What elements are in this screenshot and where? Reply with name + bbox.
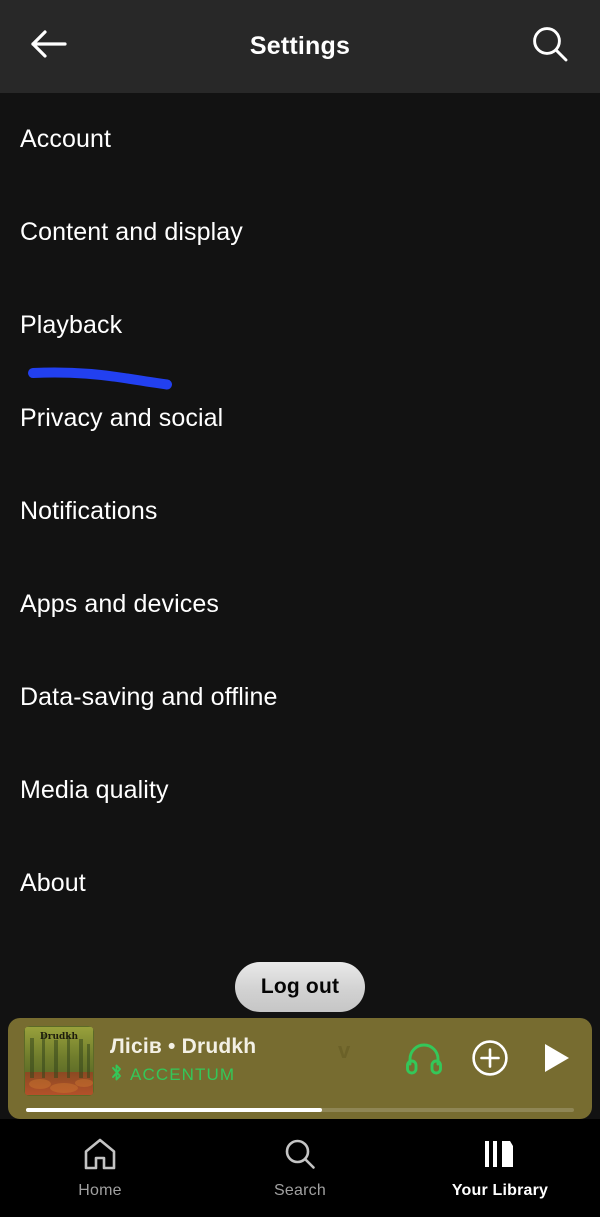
nav-item-label: Search (274, 1181, 326, 1199)
spotify-settings-screen: Settings Account Content and display Pla… (0, 0, 600, 1217)
track-title: Лісів • Drudkh (110, 1034, 257, 1058)
settings-row-label: Playback (20, 311, 123, 339)
search-button[interactable] (522, 19, 578, 75)
nav-item-home[interactable]: Home (0, 1119, 200, 1217)
settings-row-apps-and-devices[interactable]: Apps and devices (0, 558, 600, 651)
now-playing-bar[interactable]: Drudkh Лісів • Drudkh ACCENTUM (8, 1018, 592, 1119)
bluetooth-icon (110, 1063, 123, 1087)
add-to-library-button[interactable] (468, 1039, 512, 1083)
settings-row-data-saving-and-offline[interactable]: Data-saving and offline (0, 651, 600, 744)
settings-row-label: Account (20, 125, 112, 153)
settings-row-playback[interactable]: Playback (0, 279, 600, 372)
settings-row-media-quality[interactable]: Media quality (0, 744, 600, 837)
search-icon (529, 23, 571, 70)
settings-row-content-and-display[interactable]: Content and display (0, 186, 600, 279)
settings-row-label: Media quality (20, 776, 169, 804)
settings-row-label: Content and display (20, 218, 243, 246)
playback-progress-bar[interactable] (26, 1108, 574, 1112)
app-header: Settings (0, 0, 600, 93)
bottom-navigation: Home Search Your Library (0, 1119, 600, 1217)
settings-row-about[interactable]: About (0, 837, 600, 930)
track-info[interactable]: Лісів • Drudkh ACCENTUM (110, 1035, 392, 1087)
search-icon (282, 1137, 318, 1176)
back-button[interactable] (20, 19, 76, 75)
headphones-icon (404, 1040, 444, 1081)
settings-row-account[interactable]: Account (0, 93, 600, 186)
library-icon (482, 1137, 518, 1176)
home-icon (82, 1137, 118, 1176)
settings-row-label: Apps and devices (20, 590, 219, 618)
settings-list: Account Content and display Playback Pri… (0, 93, 600, 930)
nav-item-search[interactable]: Search (200, 1119, 400, 1217)
playback-device: ACCENTUM (110, 1063, 392, 1087)
settings-row-label: About (20, 869, 86, 897)
now-playing-controls (402, 1039, 578, 1083)
settings-row-label: Privacy and social (20, 404, 224, 432)
settings-row-label: Notifications (20, 497, 158, 525)
nav-item-your-library[interactable]: Your Library (400, 1119, 600, 1217)
playback-progress-fill (26, 1108, 322, 1112)
settings-row-label: Data-saving and offline (20, 683, 278, 711)
svg-text:Drudkh: Drudkh (40, 1032, 79, 1042)
nav-item-label: Your Library (451, 1181, 549, 1199)
page-title: Settings (249, 32, 351, 60)
connect-to-device-button[interactable] (402, 1039, 446, 1083)
now-playing-content: Drudkh Лісів • Drudkh ACCENTUM (8, 1018, 592, 1103)
circle-plus-icon (471, 1039, 509, 1082)
play-button[interactable] (534, 1039, 578, 1083)
device-name: ACCENTUM (130, 1064, 236, 1084)
album-art[interactable]: Drudkh (24, 1025, 94, 1096)
back-arrow-icon (28, 27, 68, 66)
logout-container: Log out (0, 962, 600, 1012)
settings-row-notifications[interactable]: Notifications (0, 465, 600, 558)
nav-item-label: Home (78, 1181, 122, 1199)
settings-row-privacy-and-social[interactable]: Privacy and social (0, 372, 600, 465)
logout-button[interactable]: Log out (234, 962, 366, 1012)
play-icon (540, 1041, 572, 1080)
